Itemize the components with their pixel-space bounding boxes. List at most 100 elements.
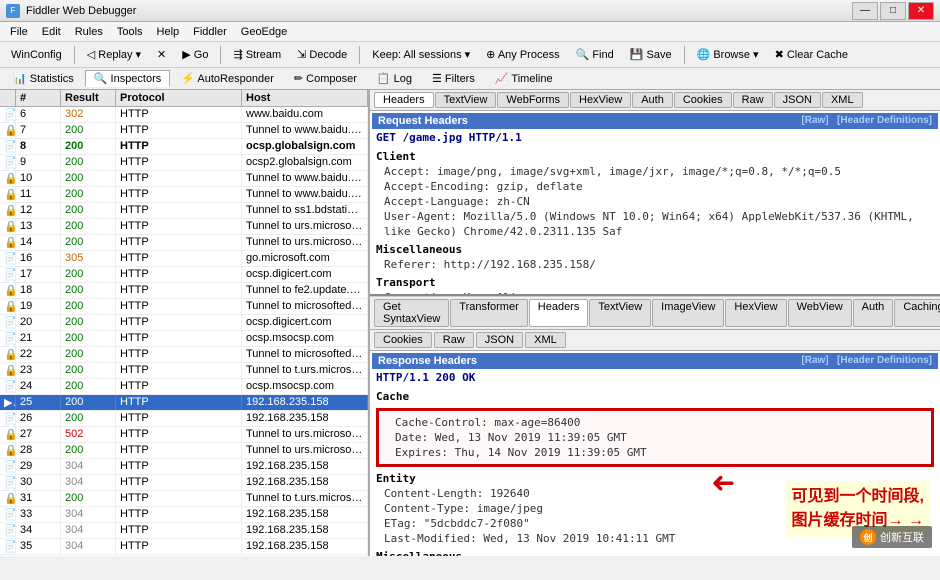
subtab-json[interactable]: JSON <box>774 92 821 108</box>
session-row[interactable]: 📄 8 200 HTTP ocsp.globalsign.com <box>0 139 368 155</box>
session-row[interactable]: 🔒 11 200 HTTP Tunnel to www.baidu.com:44… <box>0 187 368 203</box>
resp-subtab-syntaxview[interactable]: Get SyntaxView <box>374 299 449 327</box>
resp-subtab-webview[interactable]: WebView <box>788 299 852 327</box>
session-row[interactable]: 🔒 28 200 HTTP Tunnel to urs.microsoft.co… <box>0 443 368 459</box>
session-row[interactable]: 📄 24 200 HTTP ocsp.msocsp.com <box>0 379 368 395</box>
session-row[interactable]: 📄 9 200 HTTP ocsp2.globalsign.com <box>0 155 368 171</box>
subtab-cookies[interactable]: Cookies <box>674 92 732 108</box>
keep-all-button[interactable]: Keep: All sessions ▾ <box>365 45 477 64</box>
session-row[interactable]: 🔒 10 200 HTTP Tunnel to www.baidu.com:44… <box>0 171 368 187</box>
subtab-raw[interactable]: Raw <box>733 92 773 108</box>
resp-raw-link[interactable]: [Raw] <box>801 355 828 366</box>
session-row[interactable]: 🔒 12 200 HTTP Tunnel to ss1.bdstatic.com… <box>0 203 368 219</box>
replay-label: ◁ Replay <box>87 48 133 61</box>
maximize-button[interactable]: □ <box>880 2 906 20</box>
session-row[interactable]: 📄 21 200 HTTP ocsp.msocsp.com <box>0 331 368 347</box>
tab-inspectors[interactable]: 🔍 Inspectors <box>85 70 171 87</box>
resp-subtab-caching[interactable]: Caching <box>894 299 940 327</box>
annotation-arrow: ➜ <box>712 461 735 505</box>
decode-button[interactable]: ⇲ Decode <box>290 45 354 64</box>
tab-statistics[interactable]: 📊 Statistics <box>4 70 83 87</box>
col-num: # <box>16 90 61 106</box>
go-button[interactable]: ▶ Go <box>175 45 215 64</box>
tab-composer[interactable]: ✏ Composer <box>285 70 366 87</box>
menu-file[interactable]: File <box>4 25 34 39</box>
session-row[interactable]: 📄 17 200 HTTP ocsp.digicert.com <box>0 267 368 283</box>
session-row[interactable]: 📄 16 305 HTTP go.microsoft.com <box>0 251 368 267</box>
find-button[interactable]: 🔍 Find <box>569 45 621 64</box>
row-num: 18 <box>16 283 61 298</box>
req-header-links[interactable]: [Raw] [Header Definitions] <box>801 115 932 127</box>
menu-fiddler[interactable]: Fiddler <box>187 25 233 39</box>
subtab-xml[interactable]: XML <box>822 92 863 108</box>
resp-subtab-xml[interactable]: XML <box>525 332 566 348</box>
replay-button[interactable]: ◁ Replay ▾ <box>80 45 148 64</box>
subtab-textview[interactable]: TextView <box>435 92 497 108</box>
resp-subtab-transformer[interactable]: Transformer <box>450 299 528 327</box>
subtab-headers[interactable]: Headers <box>374 92 434 108</box>
resp-header-links[interactable]: [Raw] [Header Definitions] <box>801 355 932 367</box>
tab-log[interactable]: 📋 Log <box>368 70 421 87</box>
session-row[interactable]: 🔒 7 200 HTTP Tunnel to www.baidu.com:443 <box>0 123 368 139</box>
resp-expires: Expires: Thu, 14 Nov 2019 11:39:05 GMT <box>383 445 927 460</box>
any-process-button[interactable]: ⊕ Any Process <box>479 45 566 64</box>
menu-rules[interactable]: Rules <box>69 25 109 39</box>
session-row[interactable]: 🔒 18 200 HTTP Tunnel to fe2.update.micro… <box>0 283 368 299</box>
session-row[interactable]: 🔒 23 200 HTTP Tunnel to t.urs.microsoft.… <box>0 363 368 379</box>
resp-subtab-auth[interactable]: Auth <box>853 299 894 327</box>
session-row[interactable]: 📄 30 304 HTTP 192.168.235.158 <box>0 475 368 491</box>
subtab-auth[interactable]: Auth <box>632 92 673 108</box>
session-row[interactable]: 📄 20 200 HTTP ocsp.digicert.com <box>0 315 368 331</box>
subtab-webforms[interactable]: WebForms <box>497 92 569 108</box>
session-row-selected[interactable]: ▶ 25 200 HTTP 192.168.235.158 <box>0 395 368 411</box>
row-protocol: HTTP <box>116 523 242 538</box>
session-row[interactable]: 🔒 13 200 HTTP Tunnel to urs.microsoft.co… <box>0 219 368 235</box>
browse-button[interactable]: 🌐 Browse ▾ <box>690 45 766 64</box>
row-num: 9 <box>16 155 61 170</box>
tab-autoresponder[interactable]: ⚡ AutoResponder <box>172 70 283 87</box>
resp-subtab-headers[interactable]: Headers <box>529 299 589 327</box>
stream-button[interactable]: ⇶ Stream <box>226 45 288 64</box>
tab-filters[interactable]: ☰ Filters <box>423 70 484 87</box>
resp-subtab-textview[interactable]: TextView <box>589 299 651 327</box>
session-row[interactable]: 📄 33 304 HTTP 192.168.235.158 <box>0 507 368 523</box>
menu-geoedge[interactable]: GeoEdge <box>235 25 293 39</box>
row-host: 192.168.235.158 <box>242 411 368 426</box>
session-row[interactable]: 🔒 14 200 HTTP Tunnel to urs.microsoft.co… <box>0 235 368 251</box>
clear-cache-button[interactable]: ✖ Clear Cache <box>768 45 855 64</box>
session-row[interactable]: 🔒 31 200 HTTP Tunnel to t.urs.microsoft.… <box>0 491 368 507</box>
save-button[interactable]: 💾 Save <box>623 45 679 64</box>
raw-link[interactable]: [Raw] <box>801 115 828 126</box>
session-row[interactable]: 📄 34 304 HTTP 192.168.235.158 <box>0 523 368 539</box>
session-row[interactable]: 📄 35 304 HTTP 192.168.235.158 <box>0 539 368 555</box>
resp-subtab-cookies[interactable]: Cookies <box>374 332 432 348</box>
session-row[interactable]: 🔒 19 200 HTTP Tunnel to microsoftedgewel… <box>0 299 368 315</box>
row-icon: 🔒 <box>0 347 16 362</box>
session-list[interactable]: 📄 6 302 HTTP www.baidu.com 🔒 7 200 HTTP … <box>0 107 368 556</box>
minimize-button[interactable]: — <box>852 2 878 20</box>
header-def-link[interactable]: [Header Definitions] <box>837 115 932 126</box>
winconfig-button[interactable]: WinConfig <box>4 46 69 64</box>
tab-timeline[interactable]: 📈 Timeline <box>486 70 562 87</box>
subtab-hexview[interactable]: HexView <box>570 92 631 108</box>
resp-subtab-hexview[interactable]: HexView <box>725 299 786 327</box>
menu-tools[interactable]: Tools <box>111 25 149 39</box>
session-row[interactable]: 🔒 22 200 HTTP Tunnel to microsoftedgetip… <box>0 347 368 363</box>
session-row[interactable]: 🔒 27 502 HTTP Tunnel to urs.microsoft.co… <box>0 427 368 443</box>
menu-edit[interactable]: Edit <box>36 25 67 39</box>
resp-header-def-link[interactable]: [Header Definitions] <box>837 355 932 366</box>
session-row[interactable]: 📄 6 302 HTTP www.baidu.com <box>0 107 368 123</box>
col-host: Host <box>242 90 368 106</box>
remove-button[interactable]: ✕ <box>150 45 173 64</box>
close-button[interactable]: ✕ <box>908 2 934 20</box>
menu-help[interactable]: Help <box>151 25 186 39</box>
row-icon: 📄 <box>0 267 16 282</box>
window-controls[interactable]: — □ ✕ <box>852 2 934 20</box>
row-host: www.baidu.com <box>242 107 368 122</box>
session-row[interactable]: 📄 26 200 HTTP 192.168.235.158 <box>0 411 368 427</box>
row-protocol: HTTP <box>116 107 242 122</box>
resp-subtab-json[interactable]: JSON <box>476 332 523 348</box>
session-row[interactable]: 📄 29 304 HTTP 192.168.235.158 <box>0 459 368 475</box>
resp-subtab-raw[interactable]: Raw <box>434 332 474 348</box>
resp-subtab-imageview[interactable]: ImageView <box>652 299 724 327</box>
